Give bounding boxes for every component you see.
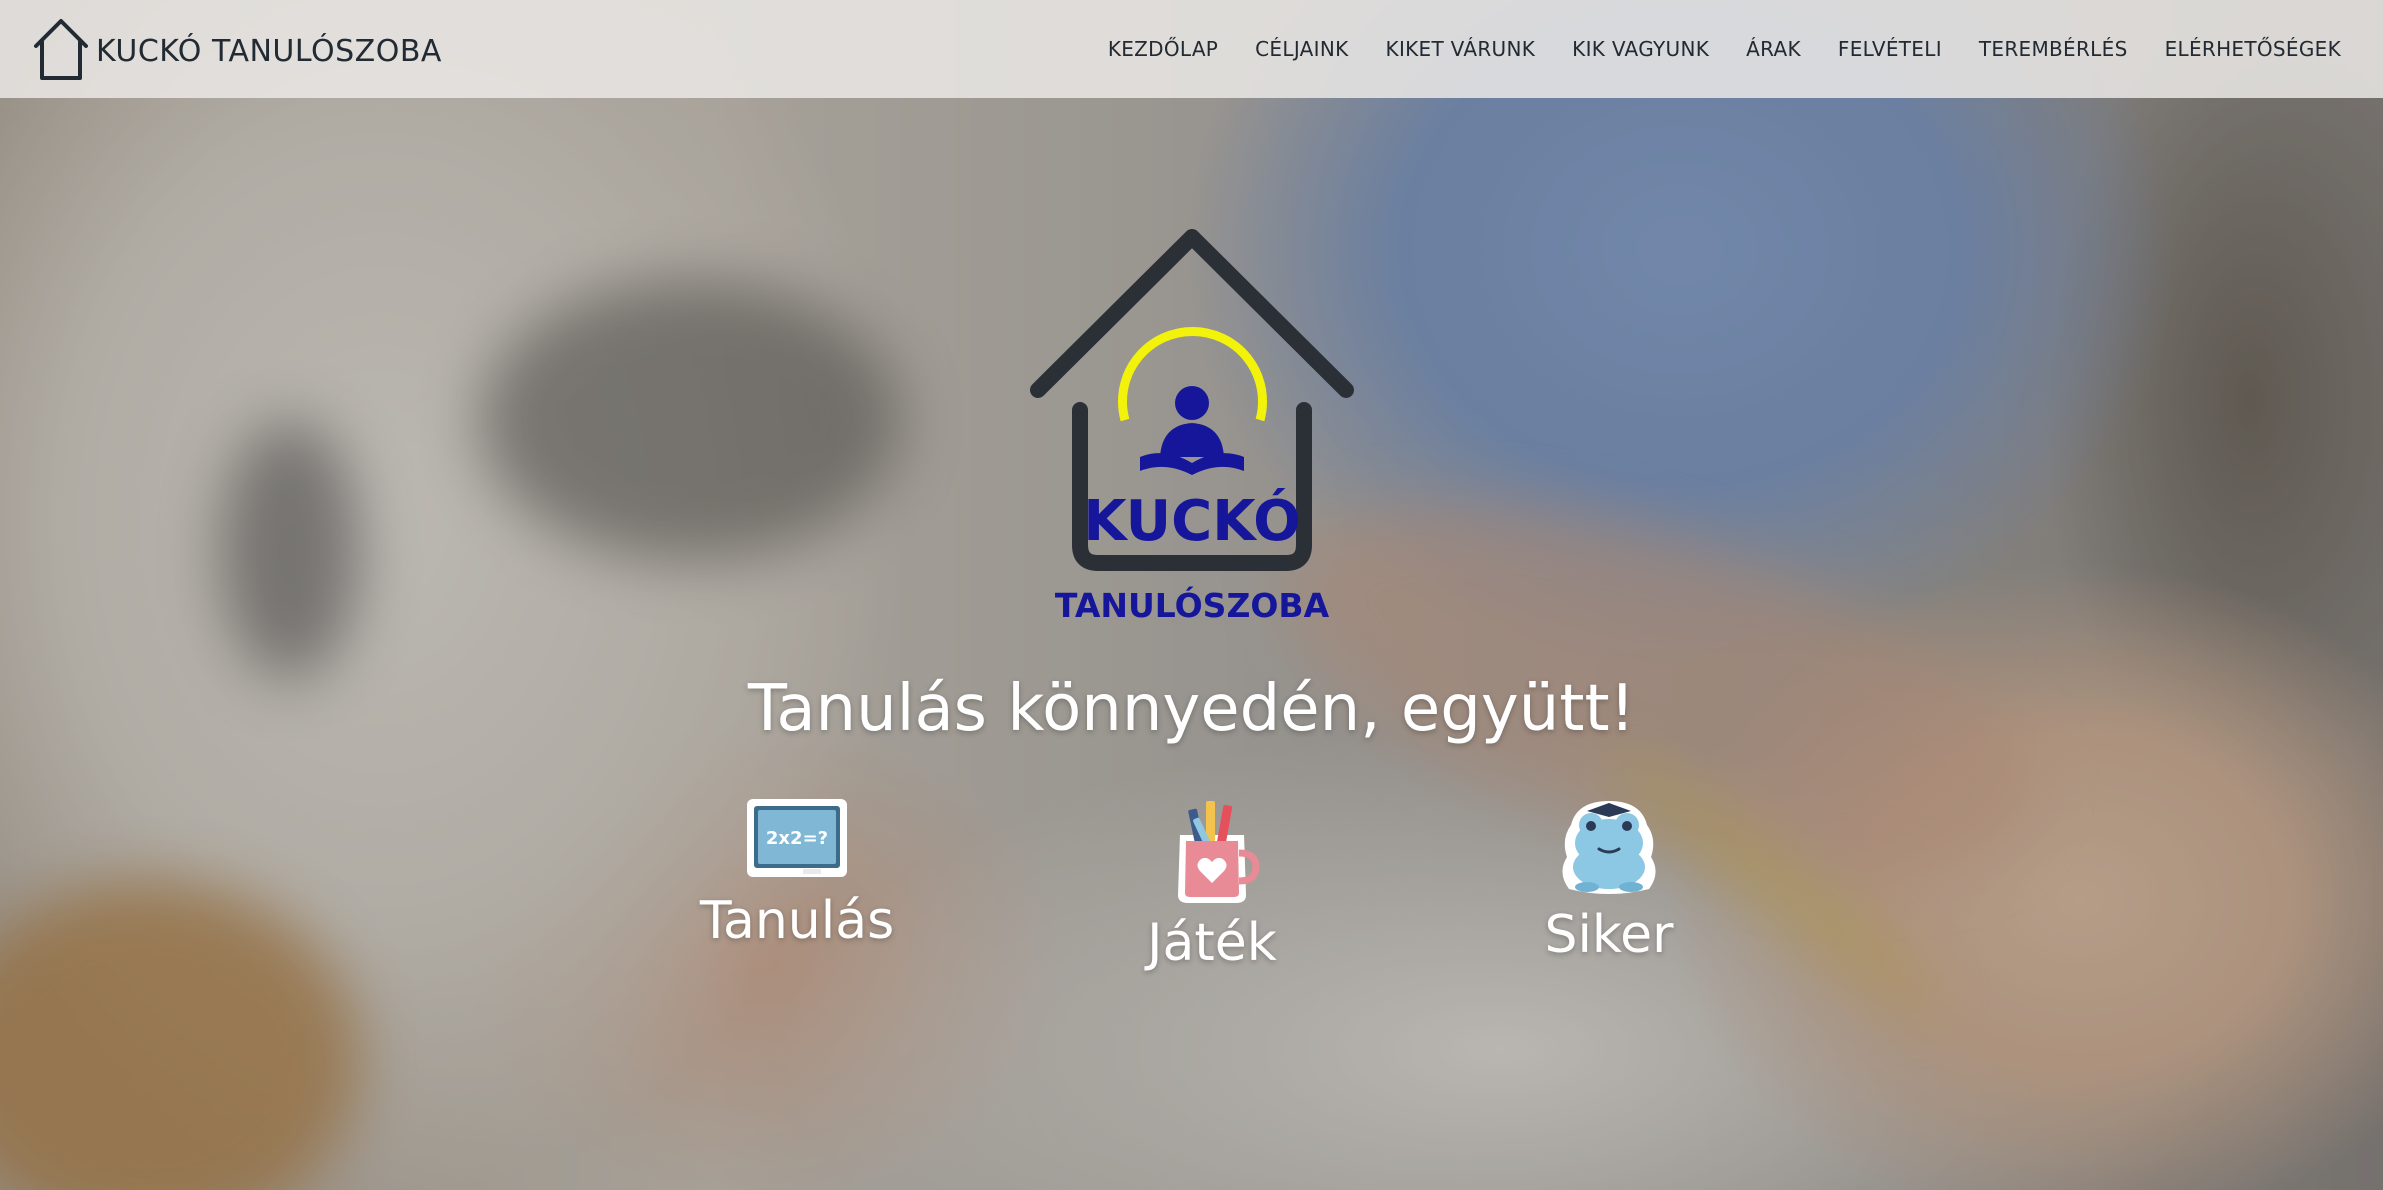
logo-title: KUCKÓ	[1083, 489, 1300, 554]
nav-item-kezdolap[interactable]: KEZDŐLAP	[1108, 37, 1218, 61]
feature-jatek: Játék	[1082, 795, 1342, 973]
nav-item-felveteli[interactable]: FELVÉTELI	[1838, 37, 1942, 61]
brand-link[interactable]: KUCKÓ TANULÓSZOBA	[30, 16, 442, 82]
brand-name: KUCKÓ TANULÓSZOBA	[96, 33, 442, 69]
top-navbar: KUCKÓ TANULÓSZOBA KEZDŐLAP CÉLJAINK KIKE…	[0, 0, 2383, 98]
hero-section: KUCKÓ TANULÓSZOBA Tanulás könnyedén, egy…	[0, 0, 2383, 1190]
kucko-logo: KUCKÓ TANULÓSZOBA	[1030, 229, 1354, 625]
pencil-cup-icon	[1178, 801, 1260, 903]
nav-item-elerhetosegek[interactable]: ELÉRHETŐSÉGEK	[2165, 37, 2341, 61]
house-icon	[34, 19, 88, 80]
hero-tagline: Tanulás könnyedén, együtt!	[747, 672, 1636, 746]
frog-icon	[1562, 801, 1656, 894]
nav-item-terembérles[interactable]: TEREMBÉRLÉS	[1979, 37, 2128, 61]
main-menu: KEZDŐLAP CÉLJAINK KIKET VÁRUNK KIK VAGYU…	[1108, 37, 2341, 61]
logo-subtitle: TANULÓSZOBA	[1055, 585, 1330, 625]
nav-item-celjaink[interactable]: CÉLJAINK	[1255, 37, 1348, 61]
nav-item-kik-vagyunk[interactable]: KIK VAGYUNK	[1572, 37, 1709, 61]
feature-label-tanulas: Tanulás	[699, 891, 895, 951]
chalkboard-text: 2x2=?	[766, 828, 828, 849]
reader-head-icon	[1175, 386, 1209, 420]
feature-siker: Siker	[1479, 795, 1739, 965]
feature-label-jatek: Játék	[1147, 913, 1277, 973]
feature-tanulas: 2x2=? Tanulás	[667, 795, 927, 951]
feature-label-siker: Siker	[1544, 905, 1674, 965]
nav-item-kiket-varunk[interactable]: KIKET VÁRUNK	[1386, 37, 1536, 61]
chalkboard-icon: 2x2=?	[747, 799, 847, 877]
nav-item-arak[interactable]: ÁRAK	[1746, 37, 1801, 61]
